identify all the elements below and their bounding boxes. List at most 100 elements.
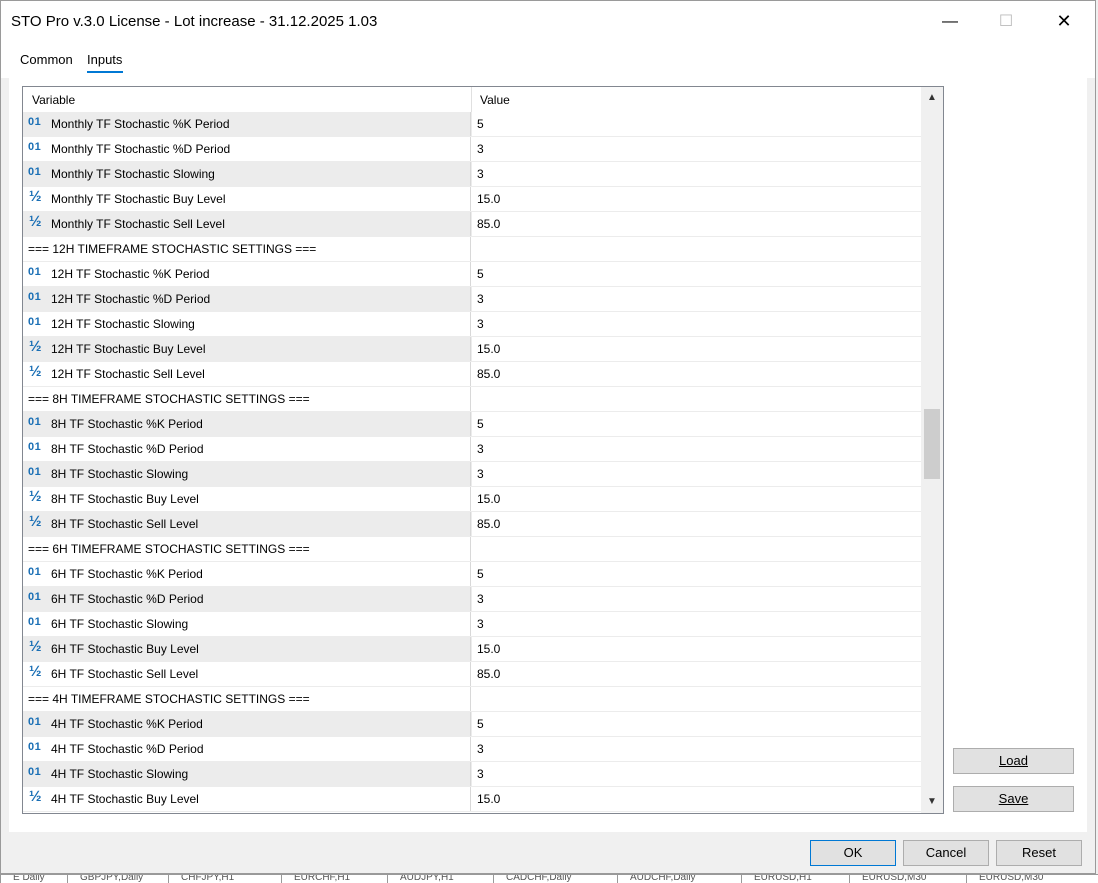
value-cell[interactable]: 3: [472, 287, 921, 311]
value-cell[interactable]: [472, 387, 921, 411]
variable-cell[interactable]: ½ Monthly TF Stochastic Buy Level: [23, 187, 471, 211]
variable-cell[interactable]: 01 6H TF Stochastic Slowing: [23, 612, 471, 636]
value-cell[interactable]: 15.0: [472, 187, 921, 211]
value-cell[interactable]: 5: [472, 412, 921, 436]
value-cell[interactable]: 3: [472, 587, 921, 611]
value-cell[interactable]: 85.0: [472, 662, 921, 686]
input-row[interactable]: 01 12H TF Stochastic %D Period 3: [23, 287, 921, 312]
input-row[interactable]: 01 Monthly TF Stochastic %K Period 5: [23, 112, 921, 137]
value-cell[interactable]: 3: [472, 762, 921, 786]
variable-cell[interactable]: 01 4H TF Stochastic %K Period: [23, 712, 471, 736]
value-cell[interactable]: 15.0: [472, 637, 921, 661]
value-cell[interactable]: [472, 537, 921, 561]
scrollbar-thumb[interactable]: [924, 409, 940, 479]
variable-cell[interactable]: ½ 12H TF Stochastic Sell Level: [23, 362, 471, 386]
load-button[interactable]: Load: [953, 748, 1074, 774]
variable-cell[interactable]: 01 12H TF Stochastic %D Period: [23, 287, 471, 311]
section-header-row[interactable]: === 8H TIMEFRAME STOCHASTIC SETTINGS ===: [23, 387, 921, 412]
input-row[interactable]: ½ 12H TF Stochastic Sell Level 85.0: [23, 362, 921, 387]
input-row[interactable]: ½ 8H TF Stochastic Buy Level 15.0: [23, 487, 921, 512]
variable-cell[interactable]: ½ 4H TF Stochastic Buy Level: [23, 787, 471, 811]
variable-cell[interactable]: 01 Monthly TF Stochastic %K Period: [23, 112, 471, 136]
variable-cell[interactable]: 01 4H TF Stochastic %D Period: [23, 737, 471, 761]
input-row[interactable]: 01 8H TF Stochastic %K Period 5: [23, 412, 921, 437]
scroll-up-icon[interactable]: ▲: [921, 87, 943, 109]
value-cell[interactable]: 3: [472, 737, 921, 761]
variable-cell[interactable]: ½ 6H TF Stochastic Buy Level: [23, 637, 471, 661]
save-button[interactable]: Save: [953, 786, 1074, 812]
value-cell[interactable]: 3: [472, 312, 921, 336]
input-row[interactable]: 01 4H TF Stochastic Slowing 3: [23, 762, 921, 787]
ok-button[interactable]: OK: [810, 840, 896, 866]
variable-cell[interactable]: 01 Monthly TF Stochastic Slowing: [23, 162, 471, 186]
value-cell[interactable]: 85.0: [472, 512, 921, 536]
variable-cell[interactable]: ½ Monthly TF Stochastic Sell Level: [23, 212, 471, 236]
value-cell[interactable]: 3: [472, 137, 921, 161]
variable-cell[interactable]: 01 8H TF Stochastic %K Period: [23, 412, 471, 436]
variable-cell[interactable]: 01 8H TF Stochastic %D Period: [23, 437, 471, 461]
reset-button[interactable]: Reset: [996, 840, 1082, 866]
input-row[interactable]: 01 8H TF Stochastic %D Period 3: [23, 437, 921, 462]
input-row[interactable]: 01 Monthly TF Stochastic Slowing 3: [23, 162, 921, 187]
section-header-row[interactable]: === 12H TIMEFRAME STOCHASTIC SETTINGS ==…: [23, 237, 921, 262]
value-cell[interactable]: 15.0: [472, 787, 921, 811]
value-cell[interactable]: 3: [472, 462, 921, 486]
value-cell[interactable]: 15.0: [472, 337, 921, 361]
variable-cell[interactable]: ½ 6H TF Stochastic Sell Level: [23, 662, 471, 686]
input-row[interactable]: ½ 6H TF Stochastic Buy Level 15.0: [23, 637, 921, 662]
input-row[interactable]: 01 6H TF Stochastic Slowing 3: [23, 612, 921, 637]
value-cell[interactable]: 3: [472, 612, 921, 636]
column-header-variable[interactable]: Variable: [32, 93, 75, 107]
input-row[interactable]: 01 8H TF Stochastic Slowing 3: [23, 462, 921, 487]
input-row[interactable]: 01 4H TF Stochastic %K Period 5: [23, 712, 921, 737]
close-icon[interactable]: ✕: [1041, 1, 1087, 42]
value-cell[interactable]: 15.0: [472, 487, 921, 511]
tab-common[interactable]: Common: [20, 52, 73, 67]
section-header-row[interactable]: === 6H TIMEFRAME STOCHASTIC SETTINGS ===: [23, 537, 921, 562]
input-row[interactable]: 01 4H TF Stochastic %D Period 3: [23, 737, 921, 762]
input-row[interactable]: 01 6H TF Stochastic %K Period 5: [23, 562, 921, 587]
input-row[interactable]: ½ 4H TF Stochastic Buy Level 15.0: [23, 787, 921, 812]
input-row[interactable]: ½ 12H TF Stochastic Buy Level 15.0: [23, 337, 921, 362]
value-cell[interactable]: 5: [472, 112, 921, 136]
input-row[interactable]: ½ 6H TF Stochastic Sell Level 85.0: [23, 662, 921, 687]
variable-cell[interactable]: ½ 12H TF Stochastic Buy Level: [23, 337, 471, 361]
cancel-button[interactable]: Cancel: [903, 840, 989, 866]
input-row[interactable]: 01 6H TF Stochastic %D Period 3: [23, 587, 921, 612]
variable-cell[interactable]: 01 6H TF Stochastic %K Period: [23, 562, 471, 586]
variable-cell[interactable]: === 4H TIMEFRAME STOCHASTIC SETTINGS ===: [23, 687, 471, 711]
vertical-scrollbar[interactable]: ▲ ▼: [921, 87, 943, 813]
value-cell[interactable]: 3: [472, 162, 921, 186]
column-header-value[interactable]: Value: [480, 93, 510, 107]
variable-cell[interactable]: === 8H TIMEFRAME STOCHASTIC SETTINGS ===: [23, 387, 471, 411]
variable-cell[interactable]: === 6H TIMEFRAME STOCHASTIC SETTINGS ===: [23, 537, 471, 561]
variable-cell[interactable]: 01 8H TF Stochastic Slowing: [23, 462, 471, 486]
input-row[interactable]: 01 12H TF Stochastic Slowing 3: [23, 312, 921, 337]
value-cell[interactable]: [472, 687, 921, 711]
variable-cell[interactable]: ½ 8H TF Stochastic Sell Level: [23, 512, 471, 536]
value-cell[interactable]: 5: [472, 262, 921, 286]
input-row[interactable]: ½ Monthly TF Stochastic Sell Level 85.0: [23, 212, 921, 237]
scroll-down-icon[interactable]: ▼: [921, 791, 943, 813]
variable-cell[interactable]: 01 Monthly TF Stochastic %D Period: [23, 137, 471, 161]
variable-cell[interactable]: === 12H TIMEFRAME STOCHASTIC SETTINGS ==…: [23, 237, 471, 261]
input-row[interactable]: 01 Monthly TF Stochastic %D Period 3: [23, 137, 921, 162]
value-cell[interactable]: 5: [472, 562, 921, 586]
variable-cell[interactable]: 01 12H TF Stochastic Slowing: [23, 312, 471, 336]
input-row[interactable]: ½ 8H TF Stochastic Sell Level 85.0: [23, 512, 921, 537]
variable-cell[interactable]: 01 4H TF Stochastic Slowing: [23, 762, 471, 786]
section-header-row[interactable]: === 4H TIMEFRAME STOCHASTIC SETTINGS ===: [23, 687, 921, 712]
value-cell[interactable]: [472, 237, 921, 261]
value-cell[interactable]: 3: [472, 437, 921, 461]
value-cell[interactable]: 85.0: [472, 362, 921, 386]
variable-cell[interactable]: ½ 8H TF Stochastic Buy Level: [23, 487, 471, 511]
tab-inputs[interactable]: Inputs: [87, 52, 122, 67]
input-row[interactable]: 01 12H TF Stochastic %K Period 5: [23, 262, 921, 287]
title-bar[interactable]: STO Pro v.3.0 License - Lot increase - 3…: [1, 1, 1095, 42]
input-row[interactable]: ½ Monthly TF Stochastic Buy Level 15.0: [23, 187, 921, 212]
variable-cell[interactable]: 01 6H TF Stochastic %D Period: [23, 587, 471, 611]
variable-cell[interactable]: 01 12H TF Stochastic %K Period: [23, 262, 471, 286]
minimize-icon[interactable]: —: [927, 1, 973, 42]
value-cell[interactable]: 5: [472, 712, 921, 736]
column-separator[interactable]: [471, 87, 472, 112]
